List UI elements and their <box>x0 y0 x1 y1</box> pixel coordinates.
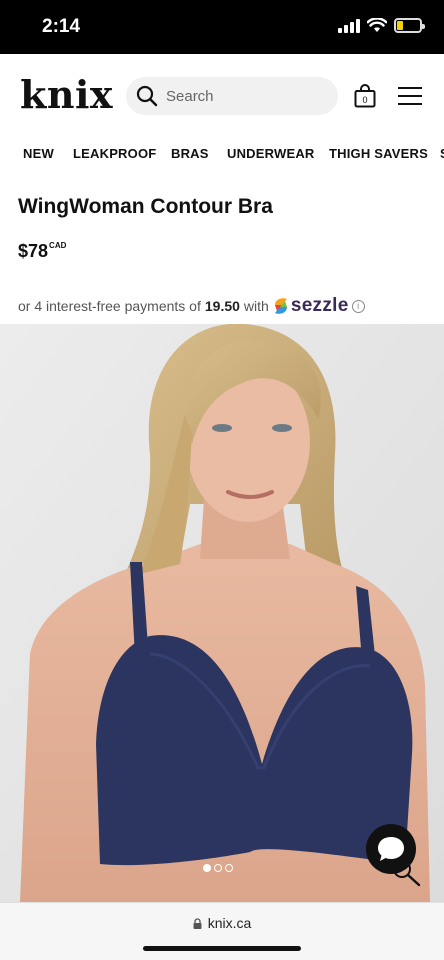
search-bar[interactable] <box>126 77 338 115</box>
product-title: WingWoman Contour Bra <box>18 195 273 218</box>
nav-item-bras[interactable]: BRAS <box>171 146 209 161</box>
battery-level <box>397 21 403 30</box>
search-icon <box>136 85 158 107</box>
installments-prefix: or 4 interest-free payments of <box>18 298 201 314</box>
sezzle-logo[interactable]: sezzle i <box>273 295 365 317</box>
cellular-signal-icon <box>338 18 360 33</box>
wifi-icon <box>367 18 387 32</box>
knix-logo[interactable]: knix <box>20 72 113 117</box>
hamburger-menu-icon[interactable] <box>398 87 422 105</box>
battery-icon <box>394 18 425 33</box>
search-input[interactable] <box>166 87 316 105</box>
shopping-bag-icon[interactable]: 0 <box>354 84 376 108</box>
price-amount: $78 <box>18 241 49 261</box>
status-time: 2:14 <box>42 16 81 37</box>
carousel-dots <box>203 864 233 872</box>
zoom-icon[interactable] <box>386 856 424 888</box>
carousel-dot[interactable] <box>214 864 222 872</box>
status-icons <box>338 18 425 33</box>
nav-item-thigh-savers[interactable]: THIGH SAVERS <box>329 146 428 161</box>
product-price: $78CAD <box>18 241 66 262</box>
price-currency: CAD <box>49 241 67 250</box>
product-photo <box>0 324 444 902</box>
site-header: knix 0 <box>0 54 444 138</box>
sezzle-mark-icon <box>274 298 287 314</box>
installment-offer: or 4 interest-free payments of 19.50 wit… <box>18 295 365 317</box>
installments-amount: 19.50 <box>204 298 240 314</box>
status-bar: 2:14 <box>0 0 444 54</box>
product-image[interactable] <box>0 324 444 902</box>
nav-item-new[interactable]: NEW <box>23 146 54 161</box>
nav-item-underwear[interactable]: UNDERWEAR <box>227 146 315 161</box>
carousel-dot[interactable] <box>203 864 211 872</box>
installments-suffix: with <box>243 298 269 314</box>
nav-item-leakproof[interactable]: LEAKPROOF <box>73 146 156 161</box>
category-nav: NEW LEAKPROOF BRAS UNDERWEAR THIGH SAVER… <box>0 138 444 170</box>
info-icon[interactable]: i <box>351 299 365 313</box>
lock-icon <box>193 918 202 929</box>
cart-count: 0 <box>362 95 367 105</box>
nav-item-overflow[interactable]: S <box>440 146 444 161</box>
sezzle-wordmark: sezzle <box>290 295 349 316</box>
url-text: knix.ca <box>207 915 252 931</box>
browser-address-bar: knix.ca <box>0 902 444 960</box>
home-indicator[interactable] <box>143 946 301 951</box>
carousel-dot[interactable] <box>225 864 233 872</box>
url-display[interactable]: knix.ca <box>0 915 444 931</box>
